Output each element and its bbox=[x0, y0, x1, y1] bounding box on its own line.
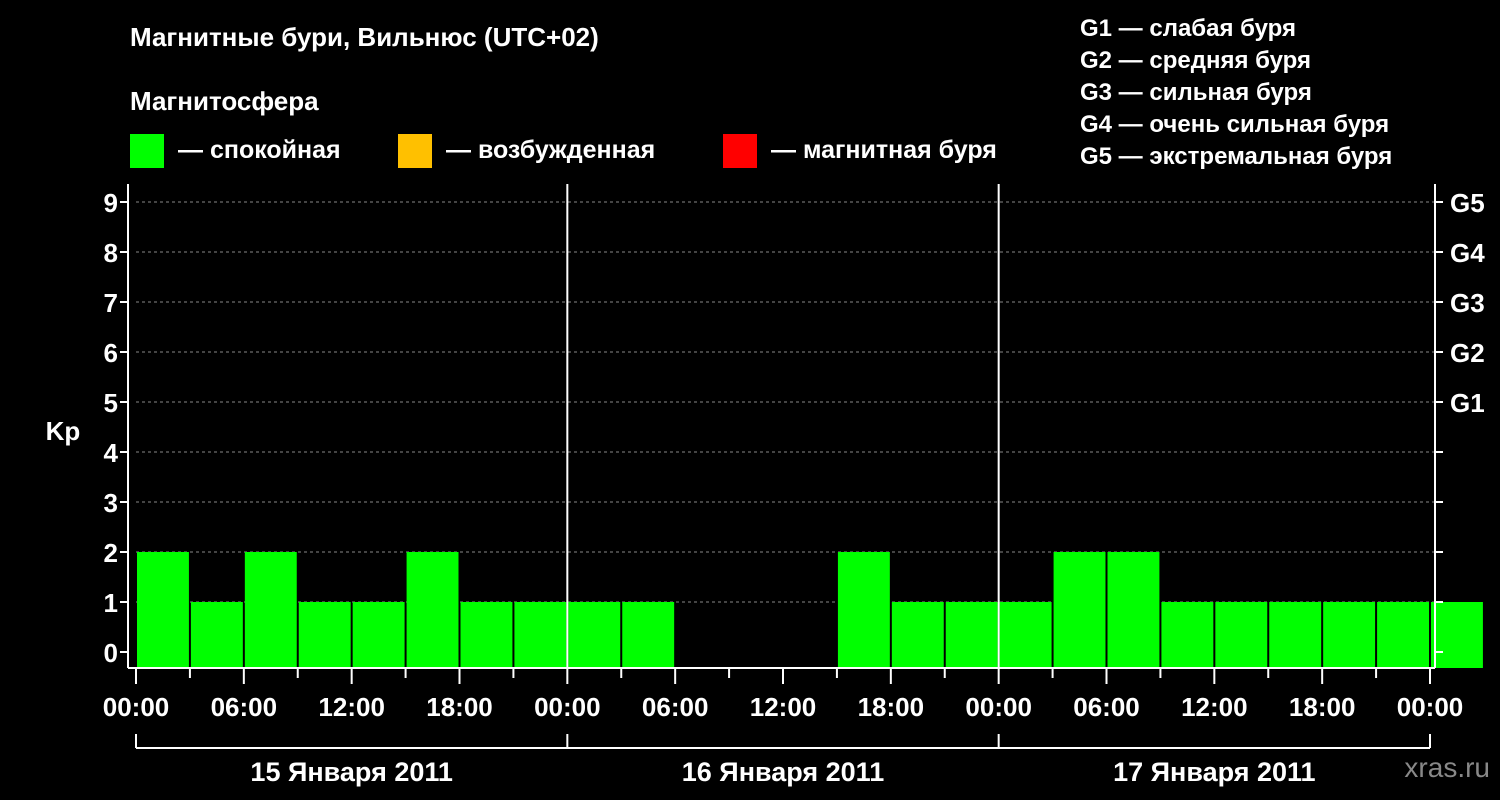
y-tick-label: 9 bbox=[104, 188, 118, 218]
x-tick-label: 06:00 bbox=[1073, 692, 1140, 722]
kp-bar bbox=[1323, 602, 1376, 668]
y-tick-label: 7 bbox=[104, 288, 118, 318]
x-tick-label: 00:00 bbox=[534, 692, 601, 722]
y2-tick-label: G1 bbox=[1450, 388, 1485, 418]
kp-bar bbox=[891, 602, 944, 668]
kp-bar bbox=[837, 552, 890, 668]
y-tick-label: 0 bbox=[104, 638, 118, 668]
y2-tick-label: G3 bbox=[1450, 288, 1485, 318]
kp-bar bbox=[244, 552, 297, 668]
kp-bar bbox=[460, 602, 513, 668]
x-tick-label: 00:00 bbox=[103, 692, 170, 722]
x-tick-label: 06:00 bbox=[642, 692, 709, 722]
y-tick-label: 1 bbox=[104, 588, 118, 618]
y-tick-label: 4 bbox=[104, 438, 119, 468]
kp-bar bbox=[1053, 552, 1106, 668]
x-tick-label: 00:00 bbox=[1397, 692, 1464, 722]
x-tick-label: 18:00 bbox=[426, 692, 493, 722]
x-tick-label: 00:00 bbox=[965, 692, 1032, 722]
kp-bar bbox=[298, 602, 351, 668]
kp-bar bbox=[568, 602, 621, 668]
kp-bar bbox=[352, 602, 405, 668]
y-tick-label: 8 bbox=[104, 238, 118, 268]
x-tick-label: 12:00 bbox=[750, 692, 817, 722]
kp-bar bbox=[945, 602, 998, 668]
kp-chart: 0 1 2 3 4 5 6 7 8 9 G1 G2 G3 G4 G5 Kp 00:00 06:00 12:00 18:… bbox=[46, 184, 1485, 787]
day-label: 16 Января 2011 bbox=[682, 757, 884, 787]
kp-bar bbox=[406, 552, 459, 668]
kp-bar bbox=[1161, 602, 1214, 668]
x-tick-label: 12:00 bbox=[1181, 692, 1248, 722]
kp-bar bbox=[1215, 602, 1268, 668]
x-tick-label: 18:00 bbox=[1289, 692, 1356, 722]
y2-tick-label: G4 bbox=[1450, 238, 1485, 268]
kp-bar bbox=[1431, 602, 1483, 668]
y-tick-label: 5 bbox=[104, 388, 118, 418]
kp-bar bbox=[190, 602, 243, 668]
y-axis-label: Kp bbox=[46, 416, 81, 446]
y-tick-label: 3 bbox=[104, 488, 118, 518]
kp-bar bbox=[999, 602, 1052, 668]
kp-bar bbox=[514, 602, 567, 668]
kp-bar bbox=[1107, 552, 1160, 668]
y-tick-label: 2 bbox=[104, 538, 118, 568]
day-label: 17 Января 2011 bbox=[1113, 757, 1315, 787]
x-tick-label: 18:00 bbox=[858, 692, 925, 722]
kp-bar bbox=[137, 552, 189, 668]
y2-tick-label: G2 bbox=[1450, 338, 1485, 368]
day-label: 15 Января 2011 bbox=[250, 757, 452, 787]
kp-bar bbox=[622, 602, 675, 668]
x-tick-label: 12:00 bbox=[318, 692, 385, 722]
x-tick-label: 06:00 bbox=[211, 692, 278, 722]
watermark: xras.ru bbox=[1404, 752, 1490, 783]
kp-bar bbox=[1377, 602, 1429, 668]
kp-bar bbox=[1269, 602, 1322, 668]
y2-tick-label: G5 bbox=[1450, 188, 1485, 218]
y-tick-label: 6 bbox=[104, 338, 118, 368]
